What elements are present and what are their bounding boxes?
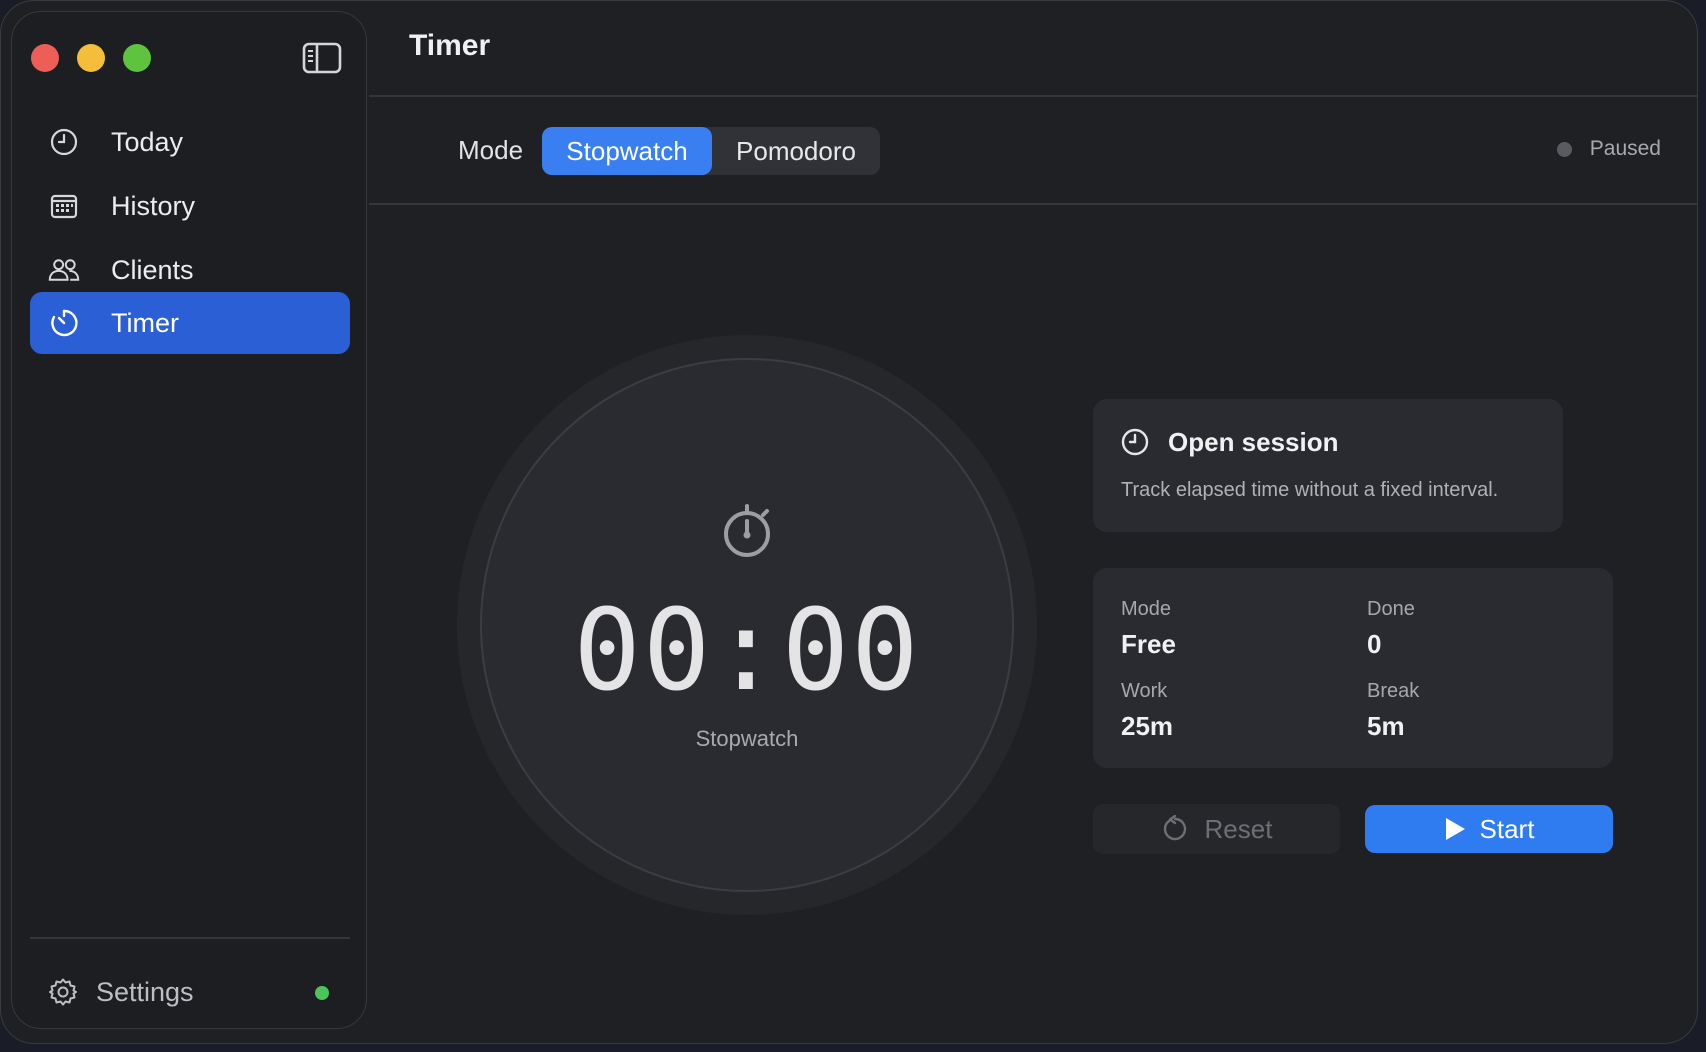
mode-toolbar: Mode Stopwatch Pomodoro Paused <box>369 97 1697 205</box>
stat-label: Done <box>1367 598 1415 620</box>
sidebar-item-today[interactable]: Today <box>30 111 350 173</box>
stat-value: 0 <box>1367 629 1382 659</box>
stat-value: Free <box>1121 629 1176 659</box>
title-bar: Timer <box>369 1 1697 97</box>
start-label: Start <box>1479 813 1535 844</box>
stat-value: 25m <box>1121 711 1174 741</box>
sidebar-item-timer[interactable]: Timer <box>30 292 350 354</box>
sidebar-item-label: History <box>111 190 196 221</box>
timer-mode-caption: Stopwatch <box>695 726 799 751</box>
close-window-button[interactable] <box>31 44 59 72</box>
stat-break: Break 5m <box>1367 680 1419 742</box>
sidebar-toggle-button[interactable] <box>302 42 342 74</box>
stopwatch-icon <box>724 504 770 557</box>
mode-option-stopwatch[interactable]: Stopwatch <box>542 127 712 175</box>
settings-button[interactable]: Settings <box>48 972 348 1012</box>
timer-icon <box>48 307 80 339</box>
calendar-icon <box>48 190 80 222</box>
mode-label: Mode <box>458 135 524 165</box>
minimize-window-button[interactable] <box>77 44 105 72</box>
mode-option-pomodoro[interactable]: Pomodoro <box>712 127 880 175</box>
timer-status: Paused <box>1556 137 1661 161</box>
timer-stats-card: Mode Free Done 0 Work 25m Break 5m <box>1093 568 1613 768</box>
stat-done: Done 0 <box>1367 598 1415 660</box>
session-info-card: Open session Track elapsed time without … <box>1093 399 1563 532</box>
sidebar-divider <box>30 937 350 939</box>
start-button[interactable]: Start <box>1365 805 1613 853</box>
stat-label: Work <box>1121 680 1168 702</box>
clock-icon <box>1121 428 1149 456</box>
session-title: Open session <box>1168 427 1339 457</box>
gear-icon <box>49 978 77 1006</box>
sidebar-item-label: Today <box>111 126 184 157</box>
sidebar-item-label: Timer <box>111 307 179 338</box>
mode-segmented-control: Stopwatch Pomodoro <box>542 127 880 175</box>
status-dot <box>1556 141 1572 157</box>
people-icon <box>48 254 80 286</box>
stat-work: Work 25m <box>1121 680 1173 742</box>
sidebar-item-history[interactable]: History <box>30 175 350 237</box>
stat-mode: Mode Free <box>1121 598 1176 660</box>
sidebar: Today History Clients Timer Settings <box>11 11 367 1029</box>
stat-label: Break <box>1367 680 1420 702</box>
play-icon <box>1445 818 1465 840</box>
sync-status-indicator <box>315 986 329 1000</box>
status-label: Paused <box>1589 137 1661 160</box>
session-description: Track elapsed time without a fixed inter… <box>1121 479 1499 501</box>
sidebar-toggle-icon <box>302 42 342 74</box>
settings-label: Settings <box>96 976 194 1007</box>
reset-icon <box>1163 815 1186 841</box>
timer-display: 00:00 <box>573 586 921 716</box>
sidebar-item-label: Clients <box>111 254 194 285</box>
reset-button[interactable]: Reset <box>1093 804 1340 854</box>
stat-label: Mode <box>1121 598 1172 620</box>
page-title: Timer <box>409 29 491 62</box>
reset-label: Reset <box>1204 813 1273 844</box>
zoom-window-button[interactable] <box>123 44 151 72</box>
stat-value: 5m <box>1367 711 1405 741</box>
clock-icon <box>48 126 80 158</box>
app-window: Today History Clients Timer Settings Tim… <box>0 0 1698 1044</box>
